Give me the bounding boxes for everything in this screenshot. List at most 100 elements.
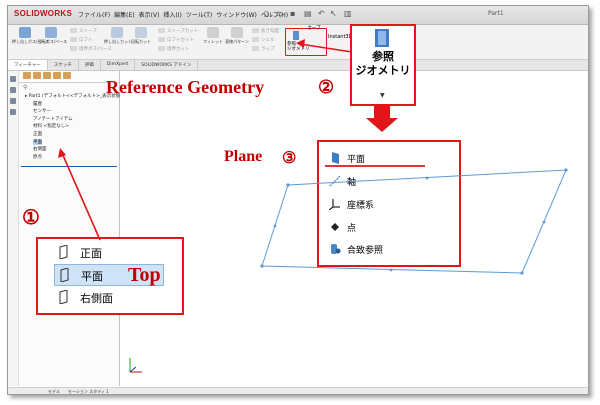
plane-icon <box>332 152 339 164</box>
tab-evaluate[interactable]: 評価 <box>79 60 101 70</box>
wrap-button[interactable]: ラップ <box>252 46 275 52</box>
boundary-boss-button[interactable]: 境界ボス/ベース <box>70 46 112 52</box>
undo-icon[interactable]: ↶ <box>318 9 325 18</box>
swept-cut-button[interactable]: スイープカット <box>158 28 198 34</box>
filter-icon[interactable]: ⚲ <box>23 84 27 91</box>
extrude-icon <box>19 27 31 38</box>
dropdown-item-coordinate-system[interactable]: 座標系 <box>327 195 452 213</box>
menu-window[interactable]: ウィンドウ(W) <box>216 10 257 19</box>
revolved-cut-icon <box>135 27 147 38</box>
boundary-cut-button[interactable]: 境界カット <box>158 46 190 52</box>
dropdown-item-mate-reference[interactable]: 合致参照 <box>327 240 452 258</box>
command-tabs: フィーチャー スケッチ 評価 DimXpert SOLIDWORKS アドイン <box>8 60 588 71</box>
new-document-icon[interactable]: ▯ <box>264 9 268 18</box>
coordinate-system-icon <box>329 199 340 210</box>
tree-item-history[interactable]: 履歴 <box>25 101 130 109</box>
plane-callout: Plane <box>224 148 263 165</box>
menu-insert[interactable]: 挿入(I) <box>163 10 181 19</box>
menu-bar: ファイル(F) 編集(E) 表示(V) 挿入(I) ツール(T) ウィンドウ(W… <box>78 10 288 19</box>
front-plane-item[interactable]: 正面 <box>54 242 162 262</box>
property-manager-tab-icon[interactable] <box>33 72 41 79</box>
feature-manager-tab-icon[interactable] <box>23 72 31 79</box>
curves-button[interactable]: カーブ <box>307 26 321 31</box>
tab-dimxpert[interactable]: DimXpert <box>101 60 136 70</box>
lofted-cut-button[interactable]: ロフトカット <box>158 37 194 43</box>
shell-button[interactable]: シェル <box>252 37 275 43</box>
dropdown-item-axis[interactable]: 軸 <box>327 172 452 190</box>
tab-motion-study[interactable]: モーション スタディ 1 <box>68 389 109 394</box>
loft-button[interactable]: ロフト <box>70 37 93 43</box>
tree-item-material[interactable]: 材料 <指定なし> <box>25 123 130 131</box>
revolve-icon <box>45 27 57 38</box>
plane-icon <box>60 268 69 282</box>
reference-geometry-callout: Reference Geometry <box>106 77 265 97</box>
menu-file[interactable]: ファイル(F) <box>78 10 110 19</box>
extruded-boss-button[interactable]: 押し出しボス/ベース <box>12 27 49 45</box>
reference-geometry-small-label: 参照 ジオメトリ <box>287 42 310 52</box>
menu-edit[interactable]: 編集(E) <box>114 10 134 19</box>
default-planes-callout: 正面 平面 右側面 <box>36 237 184 315</box>
fillet-icon <box>207 27 219 38</box>
extruded-cut-button[interactable]: 押し出しカット <box>104 27 132 45</box>
task-icon[interactable] <box>10 87 16 93</box>
reference-geometry-dropdown: 平面 軸 座標系 点 合致参照 <box>317 140 461 267</box>
panel-tabs <box>19 71 119 83</box>
plane-icon <box>59 245 68 259</box>
dropdown-item-point[interactable]: 点 <box>327 218 452 236</box>
title-bar: SOLIDWORKS ファイル(F) 編集(E) 表示(V) 挿入(I) ツール… <box>8 6 588 25</box>
open-icon[interactable]: ▭ <box>276 9 284 18</box>
tree-item-annotations[interactable]: アノテートアイテム <box>25 116 130 124</box>
linear-pattern-button[interactable]: 直線パターン <box>225 27 249 45</box>
tree-item-front-plane[interactable]: 正面 <box>25 131 130 139</box>
axis-icon <box>329 175 341 187</box>
task-icon[interactable] <box>10 98 16 104</box>
draft-button[interactable]: 抜き勾配 <box>252 28 279 34</box>
task-icons-strip <box>8 71 19 386</box>
dropdown-caret-icon[interactable]: ▼ <box>380 92 385 99</box>
sweep-button[interactable]: スイープ <box>70 28 97 34</box>
menu-tools[interactable]: ツール(T) <box>186 10 212 19</box>
revolved-cut-button[interactable]: 回転カット <box>131 27 151 45</box>
tree-item-origin[interactable]: 原点 <box>25 154 130 162</box>
task-icon[interactable] <box>10 109 16 115</box>
plane-icon <box>59 290 68 304</box>
step-one-number: ① <box>22 207 40 229</box>
display-tab-icon[interactable] <box>63 72 71 79</box>
configuration-tab-icon[interactable] <box>43 72 51 79</box>
print-icon[interactable]: ▤ <box>304 9 312 18</box>
revolved-boss-button[interactable]: 回転ボス/ベース <box>38 27 67 45</box>
reference-geometry-icon <box>293 31 299 40</box>
solidworks-window: SOLIDWORKS ファイル(F) 編集(E) 表示(V) 挿入(I) ツール… <box>7 5 589 395</box>
plane-number: ③ <box>282 150 297 167</box>
extruded-cut-icon <box>111 27 123 38</box>
rebuild-icon[interactable]: ▥ <box>344 9 352 18</box>
task-icon[interactable] <box>10 76 16 82</box>
right-plane-item[interactable]: 右側面 <box>54 287 162 307</box>
tab-features[interactable]: フィーチャー <box>8 60 48 70</box>
fillet-button[interactable]: フィレット <box>203 27 223 45</box>
document-title: Part1 <box>488 10 504 17</box>
top-callout: Top <box>128 264 161 286</box>
reference-geometry-button-enlarged[interactable]: 参照 ジオメトリ ▼ <box>350 24 416 106</box>
instant3d-button[interactable]: Instant3D <box>328 34 352 40</box>
solidworks-logo: SOLIDWORKS <box>14 9 73 18</box>
tab-sketch[interactable]: スケッチ <box>48 60 79 70</box>
reference-geometry-number: ② <box>318 77 335 97</box>
tree-item-right-plane[interactable]: 右側面 <box>25 146 130 154</box>
menu-view[interactable]: 表示(V) <box>139 10 160 19</box>
triad-icon <box>129 358 142 373</box>
bottom-tabs: モデル モーション スタディ 1 <box>8 387 588 394</box>
tab-model[interactable]: モデル <box>48 389 60 394</box>
tree-item-sensors[interactable]: センサー <box>25 108 130 116</box>
dropdown-item-plane[interactable]: 平面 <box>327 149 452 167</box>
select-icon[interactable]: ↖ <box>330 9 337 18</box>
pattern-icon <box>231 27 243 38</box>
tree-item-top-plane[interactable]: 平面 <box>25 139 130 147</box>
reference-geometry-small-button[interactable]: 参照 ジオメトリ <box>285 28 327 56</box>
dimxpert-tab-icon[interactable] <box>53 72 61 79</box>
reference-geometry-big-label: 参照 ジオメトリ <box>355 50 411 77</box>
rollback-bar[interactable] <box>21 166 117 167</box>
mate-reference-icon <box>331 244 341 254</box>
save-icon[interactable]: ▪ <box>290 9 295 18</box>
tab-addins[interactable]: SOLIDWORKS アドイン <box>135 60 199 70</box>
